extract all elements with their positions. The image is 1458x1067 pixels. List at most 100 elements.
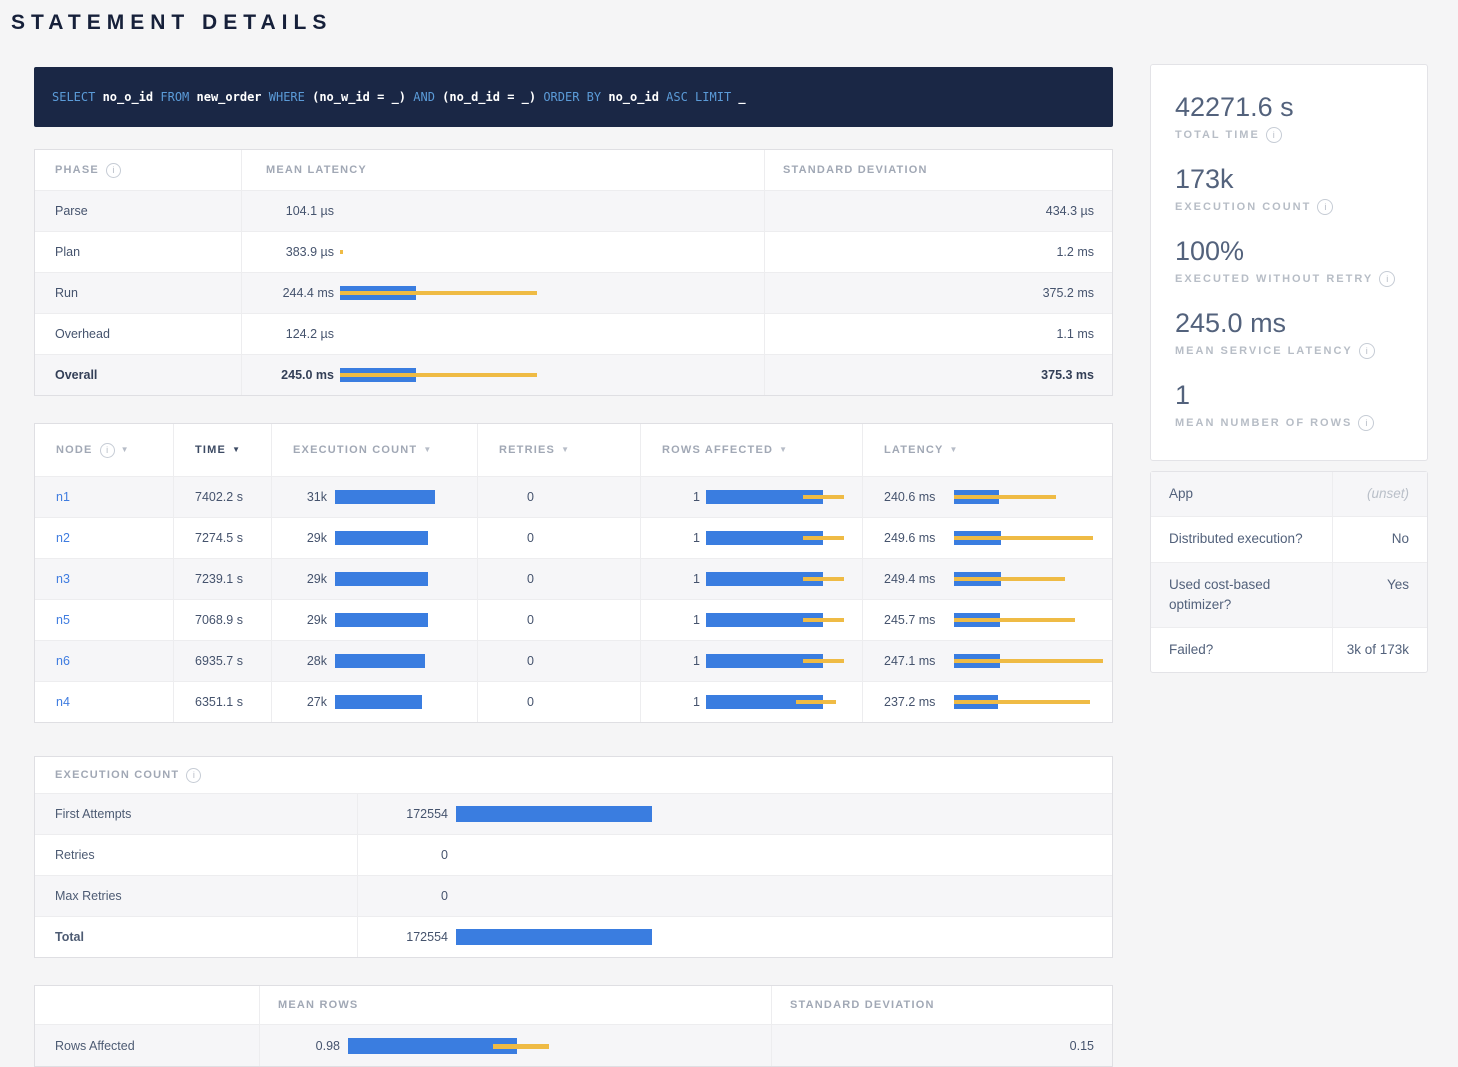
info-icon[interactable]: i bbox=[1358, 415, 1374, 431]
time-header-label: TIME bbox=[195, 444, 226, 456]
node-link[interactable]: n4 bbox=[56, 695, 70, 709]
detail-value: Yes bbox=[1333, 563, 1427, 628]
mean-latency-cell: 104.1 µs bbox=[241, 191, 764, 231]
node-link[interactable]: n2 bbox=[56, 531, 70, 545]
sort-arrow-icon[interactable]: ▼ bbox=[232, 445, 241, 454]
detail-row-distributed-execution: Distributed execution? No bbox=[1151, 516, 1427, 561]
time-column-header[interactable]: TIME ▼ bbox=[173, 424, 271, 476]
node-column-header[interactable]: NODEi▼ bbox=[35, 424, 173, 476]
info-icon[interactable]: i bbox=[100, 443, 115, 458]
exec-row-label: First Attempts bbox=[35, 794, 357, 834]
info-icon[interactable]: i bbox=[1379, 271, 1395, 287]
sql-statement: SELECT no_o_id FROM new_order WHERE (no_… bbox=[52, 89, 746, 105]
mean-latency-cell: 244.4 ms bbox=[241, 273, 764, 313]
latency-bar bbox=[954, 695, 1114, 709]
execution-count-bar bbox=[335, 613, 477, 627]
sort-arrow-icon[interactable]: ▼ bbox=[779, 445, 788, 454]
exec-row-value-cell: 172554 bbox=[357, 794, 1112, 834]
summary-sidebar: 42271.6 s TOTAL TIMEi 173k EXECUTION COU… bbox=[1150, 64, 1428, 673]
exec-row-value: 0 bbox=[366, 889, 448, 903]
stddev-bar bbox=[796, 700, 836, 704]
stddev-bar bbox=[803, 577, 844, 581]
rows-affected-column-header[interactable]: ROWS AFFECTED▼ bbox=[640, 424, 862, 476]
phase-name: Overhead bbox=[35, 314, 241, 354]
sql-keyword: FROM bbox=[160, 90, 196, 104]
std-deviation-column-header: STANDARD DEVIATION bbox=[771, 986, 1114, 1024]
blank-column-header bbox=[35, 986, 259, 1024]
latency-bar bbox=[954, 613, 1114, 627]
mean-latency-column-header: MEAN LATENCY bbox=[241, 150, 764, 190]
node-cell: n6 bbox=[35, 641, 173, 681]
rows-affected-cell: 1 bbox=[640, 518, 862, 558]
sql-statement-box: SELECT no_o_id FROM new_order WHERE (no_… bbox=[34, 67, 1113, 127]
stat-value: 1 bbox=[1175, 380, 1403, 410]
stddev-bar bbox=[340, 250, 343, 254]
retries-cell: 0 bbox=[477, 518, 640, 558]
table-row: Total 172554 bbox=[35, 916, 1112, 957]
count-bar bbox=[335, 572, 428, 586]
detail-label: App bbox=[1151, 472, 1333, 516]
stat-mean-service-latency: 245.0 ms MEAN SERVICE LATENCYi bbox=[1175, 308, 1403, 359]
stat-mean-number-of-rows: 1 MEAN NUMBER OF ROWSi bbox=[1175, 380, 1403, 431]
latency-bar bbox=[954, 490, 1114, 504]
mean-bar bbox=[348, 1038, 517, 1054]
rows-affected-bar bbox=[706, 695, 862, 709]
phase-name: Overall bbox=[35, 355, 241, 395]
rows-affected-value: 1 bbox=[662, 695, 700, 709]
node-link[interactable]: n3 bbox=[56, 572, 70, 586]
stat-label-text: MEAN SERVICE LATENCY bbox=[1175, 345, 1353, 357]
stddev-bar bbox=[954, 659, 1103, 663]
rows-affected-table: MEAN ROWS STANDARD DEVIATION Rows Affect… bbox=[34, 985, 1113, 1067]
count-bar-fill bbox=[456, 806, 652, 822]
execution-count-column-header[interactable]: EXECUTION COUNT ▼ bbox=[271, 424, 477, 476]
mean-latency-value: 244.4 ms bbox=[266, 286, 334, 300]
sql-identifier: _ bbox=[738, 90, 745, 104]
stddev-bar bbox=[803, 659, 844, 663]
latency-column-header[interactable]: LATENCY ▼ bbox=[862, 424, 1114, 476]
stat-label-text: EXECUTED WITHOUT RETRY bbox=[1175, 273, 1373, 285]
execution-count-value: 29k bbox=[293, 531, 327, 545]
execution-count-bar bbox=[335, 531, 477, 545]
exec-row-label: Total bbox=[35, 917, 357, 957]
info-icon[interactable]: i bbox=[1317, 199, 1333, 215]
detail-value: (unset) bbox=[1333, 472, 1427, 516]
sort-arrow-icon[interactable]: ▼ bbox=[950, 445, 959, 454]
node-link[interactable]: n5 bbox=[56, 613, 70, 627]
sql-identifier: no_o_id bbox=[103, 90, 161, 104]
retries-cell: 0 bbox=[477, 477, 640, 517]
count-bar bbox=[456, 929, 1112, 945]
node-cell: n4 bbox=[35, 682, 173, 722]
sort-arrow-icon[interactable]: ▼ bbox=[121, 445, 130, 454]
execution-count-header-label: EXECUTION COUNT bbox=[293, 444, 417, 456]
count-bar bbox=[335, 654, 425, 668]
latency-value: 237.2 ms bbox=[884, 695, 948, 709]
retries-cell: 0 bbox=[477, 682, 640, 722]
info-icon[interactable]: i bbox=[186, 768, 201, 783]
latency-value: 245.7 ms bbox=[884, 613, 948, 627]
stddev-bar bbox=[340, 373, 537, 377]
info-icon[interactable]: i bbox=[106, 163, 121, 178]
rows-affected-table-header: MEAN ROWS STANDARD DEVIATION bbox=[35, 986, 1112, 1024]
table-row: Plan 383.9 µs 1.2 ms bbox=[35, 231, 1112, 272]
latency-value: 247.1 ms bbox=[884, 654, 948, 668]
count-bar bbox=[456, 806, 1112, 822]
rows-affected-value: 1 bbox=[662, 613, 700, 627]
sql-identifier: no_o_id bbox=[608, 90, 666, 104]
retries-column-header[interactable]: RETRIES▼ bbox=[477, 424, 640, 476]
latency-bar bbox=[340, 204, 764, 218]
sort-arrow-icon[interactable]: ▼ bbox=[423, 445, 432, 454]
exec-row-label: Retries bbox=[35, 835, 357, 875]
latency-bar bbox=[954, 572, 1114, 586]
exec-row-value: 0 bbox=[366, 848, 448, 862]
execution-count-title-label: EXECUTION COUNT bbox=[55, 769, 179, 781]
execution-count-bar bbox=[335, 695, 477, 709]
info-icon[interactable]: i bbox=[1359, 343, 1375, 359]
latency-header-label: LATENCY bbox=[884, 444, 944, 456]
node-link[interactable]: n6 bbox=[56, 654, 70, 668]
sql-keyword: ASC LIMIT bbox=[666, 90, 738, 104]
info-icon[interactable]: i bbox=[1266, 127, 1282, 143]
node-link[interactable]: n1 bbox=[56, 490, 70, 504]
latency-bar bbox=[954, 531, 1114, 545]
summary-stats-card: 42271.6 s TOTAL TIMEi 173k EXECUTION COU… bbox=[1150, 64, 1428, 461]
sort-arrow-icon[interactable]: ▼ bbox=[561, 445, 570, 454]
